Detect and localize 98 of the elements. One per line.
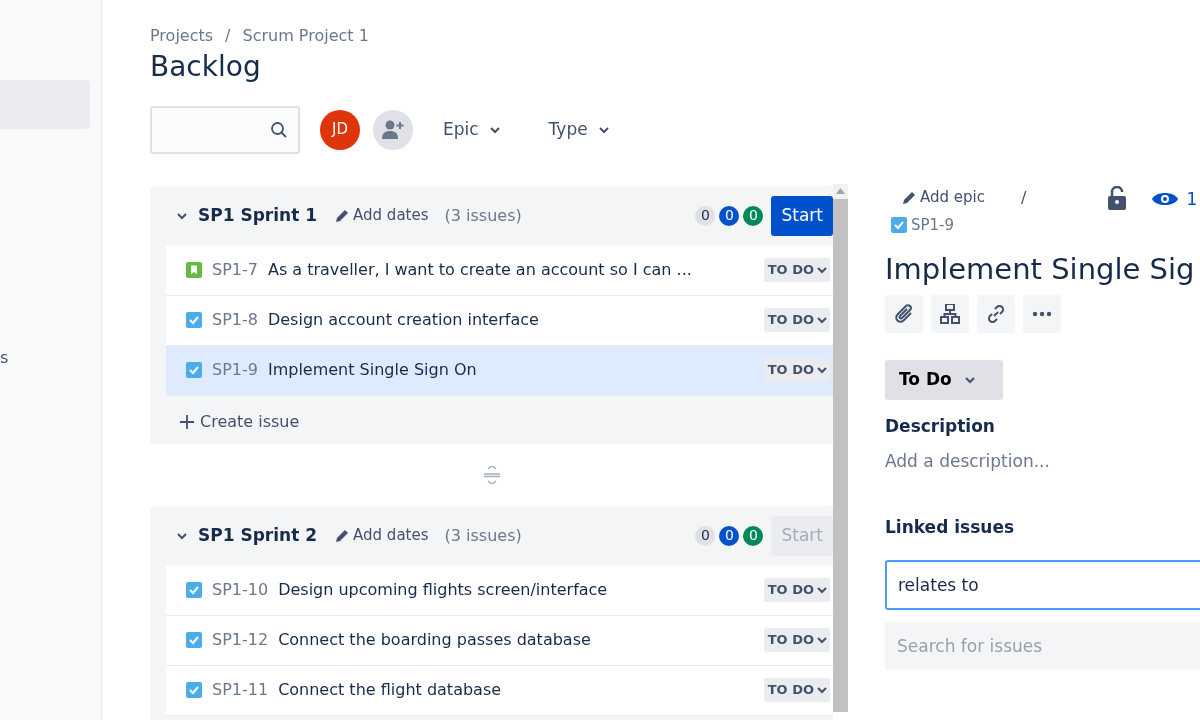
page-title: Backlog [150, 50, 262, 84]
pencil-icon [335, 528, 350, 543]
lock-button[interactable] [1108, 185, 1127, 210]
issue-count: (3 issues) [444, 204, 522, 227]
hierarchy-icon [940, 303, 960, 324]
create-issue-button[interactable]: Create issue [166, 395, 300, 434]
add-person-icon [382, 119, 404, 140]
task-icon [891, 216, 907, 233]
count-badge: 0 [719, 525, 740, 546]
link-issue-button[interactable] [977, 294, 1015, 333]
issue-key: SP1-8 [212, 308, 258, 333]
link-icon [986, 303, 1006, 324]
breadcrumb-separator: / [225, 25, 231, 47]
issue-summary: Design account creation interface [267, 309, 540, 332]
task-icon [186, 682, 202, 699]
chevron-down-icon [816, 316, 828, 325]
more-icon [1032, 310, 1052, 317]
count-badge: 0 [719, 205, 740, 226]
status-dropdown[interactable]: To Do [885, 359, 1003, 400]
add-epic-button[interactable]: Add epic [902, 186, 985, 209]
breadcrumb-link[interactable]: Projects [150, 24, 214, 48]
issue-row[interactable]: SP1-10 Design upcoming flights screen/interface TO DO [166, 565, 833, 616]
issue-search-field[interactable]: Search for issues [885, 622, 1200, 671]
section-label: Description [885, 414, 996, 438]
task-icon [186, 312, 202, 329]
description-field[interactable]: Add a description... [885, 449, 1200, 475]
issue-key: SP1-10 [212, 578, 269, 603]
issue-summary: As a traveller, I want to create an account so I can ... [267, 259, 693, 282]
task-icon [186, 362, 202, 379]
issue-row[interactable]: SP1-9 Implement Single Sign On TO DO [166, 345, 833, 396]
status-dropdown[interactable]: TO DO [763, 308, 830, 333]
issue-row[interactable]: SP1-12 Connect the boarding passes database TO DO [166, 615, 833, 666]
add-dates-button[interactable]: Add dates [335, 204, 429, 227]
pencil-icon [902, 190, 916, 205]
start-sprint-button[interactable]: Start [771, 195, 833, 236]
drag-handle-icon[interactable] [482, 465, 501, 484]
lock-icon [1108, 185, 1127, 210]
task-icon [186, 632, 202, 649]
issue-key-link[interactable]: SP1-9 [891, 213, 1027, 237]
sprint-name: SP1 Sprint 1 [198, 203, 318, 227]
attachment-button[interactable] [885, 294, 923, 333]
chevron-down-icon [816, 636, 828, 645]
add-person-button[interactable] [373, 109, 413, 150]
section-label: Linked issues [885, 515, 1016, 539]
chevron-down-icon [816, 266, 828, 275]
watchers-button[interactable]: 1 [1152, 186, 1198, 213]
expand-toggle[interactable] [176, 211, 188, 220]
issue-key: SP1-11 [212, 678, 269, 703]
chevron-down-icon [488, 125, 501, 134]
child-issue-button[interactable] [931, 294, 969, 333]
status-dropdown[interactable]: TO DO [763, 578, 830, 603]
breadcrumb-separator: / [1021, 186, 1027, 209]
chevron-down-icon [963, 375, 976, 384]
sprint-name: SP1 Sprint 2 [198, 523, 318, 547]
paperclip-icon [894, 303, 914, 324]
issue-summary: Implement Single Sign On [267, 359, 478, 382]
filter-dropdown[interactable]: Epic [429, 116, 515, 143]
status-dropdown[interactable]: TO DO [763, 678, 830, 703]
issue-summary: Connect the boarding passes database [278, 629, 592, 652]
issue-key: SP1-12 [212, 628, 269, 653]
scrollbar[interactable] [833, 183, 848, 712]
expand-toggle[interactable] [176, 531, 188, 540]
issue-row[interactable]: SP1-7 As a traveller, I want to create an account so I can ... TO DO [166, 245, 833, 296]
chevron-down-icon [176, 211, 188, 220]
count-badge: 0 [743, 525, 764, 546]
issue-summary: Connect the flight database [278, 679, 503, 702]
add-dates-button[interactable]: Add dates [335, 524, 429, 547]
count-badge: 0 [695, 525, 716, 546]
issue-row[interactable]: SP1-8 Design account creation interface TO DO [166, 295, 833, 346]
issue-summary: Design upcoming flights screen/interface [278, 579, 609, 602]
issue-row[interactable]: SP1-11 Connect the flight database TO DO [166, 665, 833, 716]
user-avatar[interactable]: JD [320, 109, 360, 150]
issue-count: (3 issues) [444, 524, 522, 547]
chevron-down-icon [816, 686, 828, 695]
plus-icon [180, 414, 194, 429]
chevron-down-icon [176, 531, 188, 540]
eye-icon [1152, 191, 1179, 208]
chevron-down-icon [816, 366, 828, 375]
count-badge: 0 [743, 205, 764, 226]
status-dropdown[interactable]: TO DO [763, 258, 830, 283]
more-button[interactable] [1023, 294, 1061, 333]
search-icon [270, 120, 288, 139]
issue-title: Implement Single Sig [885, 252, 1196, 287]
chevron-down-icon [816, 586, 828, 595]
story-icon [186, 262, 202, 279]
issue-key: SP1-7 [212, 258, 258, 283]
search-field[interactable] [150, 105, 300, 154]
status-dropdown[interactable]: TO DO [763, 628, 830, 653]
sidebar-item[interactable]: s [0, 333, 90, 382]
task-icon [186, 582, 202, 599]
filter-dropdown[interactable]: Type [534, 116, 624, 143]
breadcrumb-link[interactable]: Scrum Project 1 [242, 24, 369, 48]
status-dropdown[interactable]: TO DO [763, 358, 830, 383]
issue-key: SP1-9 [212, 358, 258, 383]
link-type-field[interactable]: relates to [885, 560, 1200, 611]
pencil-icon [335, 208, 350, 223]
chevron-down-icon [597, 125, 610, 134]
count-badge: 0 [695, 205, 716, 226]
